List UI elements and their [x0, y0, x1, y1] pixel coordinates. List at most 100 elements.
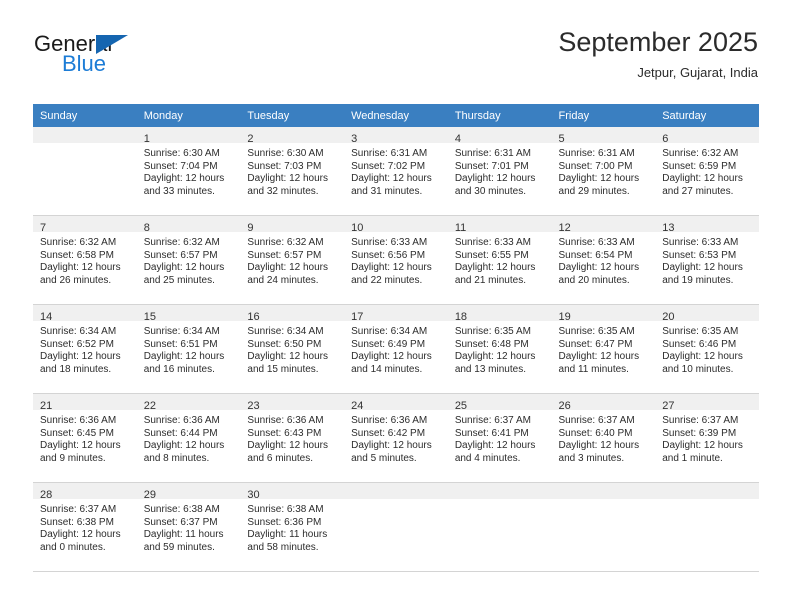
calendar-cell-day[interactable]: 27 Sunrise: 6:37 AM Sunset: 6:39 PM Dayligh… [655, 393, 759, 483]
weekday-header-saturday: Saturday [655, 104, 759, 127]
daylight-text: Daylight: 12 hours and 15 minutes. [247, 351, 329, 375]
sunrise-text: Sunrise: 6:32 AM [143, 237, 220, 248]
day-info: Sunrise: 6:36 AM Sunset: 6:45 PM Daylight:… [33, 410, 137, 465]
day-number: 1 [143, 133, 150, 145]
daylight-text: Daylight: 12 hours and 4 minutes. [454, 440, 536, 464]
sunset-text: Sunset: 6:52 PM [40, 338, 114, 350]
day-number-band: 17 [344, 305, 448, 323]
sunset-text: Sunset: 6:36 PM [247, 516, 322, 528]
calendar-cell-day[interactable]: 1 Sunrise: 6:30 AM Sunset: 7:04 PM Daylight… [136, 127, 241, 216]
calendar-cell-day[interactable]: 24 Sunrise: 6:36 AM Sunset: 6:42 PM Dayligh… [344, 393, 448, 483]
sunset-text: Sunset: 6:57 PM [247, 249, 322, 261]
day-number-band: 20 [655, 305, 759, 323]
day-number-band: 30 [240, 483, 345, 501]
weekday-header-wednesday: Wednesday [344, 104, 448, 127]
calendar-cell-day[interactable]: 14 Sunrise: 6:34 AM Sunset: 6:52 PM Dayligh… [33, 304, 137, 394]
day-info: Sunrise: 6:32 AM Sunset: 6:58 PM Daylight:… [33, 232, 137, 287]
calendar-cell-day[interactable]: 13 Sunrise: 6:33 AM Sunset: 6:53 PM Dayligh… [655, 215, 759, 305]
daylight-text: Daylight: 12 hours and 18 minutes. [40, 351, 121, 375]
daylight-text: Daylight: 12 hours and 21 minutes. [454, 262, 536, 286]
calendar-cell-day[interactable]: 3 Sunrise: 6:31 AM Sunset: 7:02 PM Daylight… [344, 127, 448, 216]
day-info: Sunrise: 6:37 AM Sunset: 6:40 PM Daylight:… [552, 410, 656, 465]
calendar-cell-day[interactable]: 11 Sunrise: 6:33 AM Sunset: 6:55 PM Dayligh… [447, 215, 552, 305]
sunrise-text: Sunrise: 6:33 AM [351, 237, 428, 248]
calendar-cell-day[interactable]: 16 Sunrise: 6:34 AM Sunset: 6:50 PM Dayligh… [240, 304, 345, 394]
day-info: Sunrise: 6:30 AM Sunset: 7:04 PM Daylight:… [137, 143, 241, 198]
sunrise-text: Sunrise: 6:32 AM [247, 237, 324, 248]
day-number: 10 [351, 222, 364, 234]
day-info: Sunrise: 6:31 AM Sunset: 7:02 PM Daylight:… [344, 143, 448, 198]
sunrise-text: Sunrise: 6:31 AM [454, 148, 531, 159]
calendar-cell-day[interactable]: 20 Sunrise: 6:35 AM Sunset: 6:46 PM Dayligh… [655, 304, 759, 394]
calendar-cell-day[interactable]: 17 Sunrise: 6:34 AM Sunset: 6:49 PM Dayligh… [344, 304, 448, 394]
calendar-cell-day[interactable]: 12 Sunrise: 6:33 AM Sunset: 6:54 PM Dayligh… [551, 215, 656, 305]
calendar-cell-day[interactable]: 28 Sunrise: 6:37 AM Sunset: 6:38 PM Dayligh… [33, 482, 137, 572]
day-info: Sunrise: 6:34 AM Sunset: 6:50 PM Daylight:… [240, 321, 344, 376]
day-cell: 5 Sunrise: 6:31 AM Sunset: 7:00 PM Daylight… [551, 127, 656, 215]
calendar-cell-day[interactable]: 9 Sunrise: 6:32 AM Sunset: 6:57 PM Daylight… [240, 215, 345, 305]
sunset-text: Sunset: 7:02 PM [351, 160, 426, 172]
calendar-cell-day[interactable]: 30 Sunrise: 6:38 AM Sunset: 6:36 PM Dayligh… [240, 482, 345, 572]
day-info: Sunrise: 6:33 AM Sunset: 6:55 PM Daylight:… [448, 232, 552, 287]
day-number-band: 6 [655, 127, 759, 145]
sunset-text: Sunset: 6:45 PM [40, 427, 114, 439]
calendar-cell-day[interactable]: 21 Sunrise: 6:36 AM Sunset: 6:45 PM Dayligh… [33, 393, 137, 483]
sunset-text: Sunset: 6:51 PM [143, 338, 218, 350]
sunset-text: Sunset: 6:44 PM [143, 427, 218, 439]
day-cell [551, 483, 656, 571]
sunrise-text: Sunrise: 6:38 AM [143, 504, 220, 515]
day-number-band [447, 483, 552, 499]
calendar-cell-day[interactable]: 15 Sunrise: 6:34 AM Sunset: 6:51 PM Dayligh… [136, 304, 241, 394]
sunset-text: Sunset: 6:37 PM [143, 516, 218, 528]
calendar-cell-day[interactable]: 25 Sunrise: 6:37 AM Sunset: 6:41 PM Dayligh… [447, 393, 552, 483]
day-number-band: 23 [240, 394, 345, 412]
calendar-cell-day[interactable]: 6 Sunrise: 6:32 AM Sunset: 6:59 PM Daylight… [655, 127, 759, 216]
calendar-cell-day[interactable]: 22 Sunrise: 6:36 AM Sunset: 6:44 PM Dayligh… [136, 393, 241, 483]
day-number-band: 14 [33, 305, 137, 323]
calendar-cell-day[interactable]: 18 Sunrise: 6:35 AM Sunset: 6:48 PM Dayligh… [447, 304, 552, 394]
calendar-cell-day[interactable]: 10 Sunrise: 6:33 AM Sunset: 6:56 PM Dayligh… [344, 215, 448, 305]
day-cell [447, 483, 552, 571]
calendar-cell-day[interactable]: 26 Sunrise: 6:37 AM Sunset: 6:40 PM Dayligh… [551, 393, 656, 483]
day-cell: 13 Sunrise: 6:33 AM Sunset: 6:53 PM Dayligh… [655, 216, 759, 304]
sunrise-text: Sunrise: 6:32 AM [662, 148, 739, 159]
calendar-cell-day[interactable]: 5 Sunrise: 6:31 AM Sunset: 7:00 PM Daylight… [551, 127, 656, 216]
calendar-cell-day[interactable]: 8 Sunrise: 6:32 AM Sunset: 6:57 PM Daylight… [136, 215, 241, 305]
day-info: Sunrise: 6:35 AM Sunset: 6:46 PM Daylight:… [655, 321, 759, 376]
daylight-text: Daylight: 12 hours and 8 minutes. [143, 440, 225, 464]
sunrise-text: Sunrise: 6:33 AM [454, 237, 531, 248]
day-cell: 16 Sunrise: 6:34 AM Sunset: 6:50 PM Dayligh… [240, 305, 345, 393]
calendar-cell-day[interactable]: 23 Sunrise: 6:36 AM Sunset: 6:43 PM Dayligh… [240, 393, 345, 483]
daylight-text: Daylight: 12 hours and 0 minutes. [40, 529, 121, 553]
day-number-band: 21 [33, 394, 137, 412]
sunrise-text: Sunrise: 6:30 AM [247, 148, 324, 159]
calendar-cell-day[interactable]: 29 Sunrise: 6:38 AM Sunset: 6:37 PM Dayligh… [136, 482, 241, 572]
sunset-text: Sunset: 6:59 PM [662, 160, 737, 172]
daylight-text: Daylight: 12 hours and 6 minutes. [247, 440, 329, 464]
daylight-text: Daylight: 12 hours and 24 minutes. [247, 262, 329, 286]
day-cell: 17 Sunrise: 6:34 AM Sunset: 6:49 PM Dayligh… [344, 305, 448, 393]
calendar-cell-day[interactable]: 19 Sunrise: 6:35 AM Sunset: 6:47 PM Dayligh… [551, 304, 656, 394]
calendar-cell-day[interactable]: 7 Sunrise: 6:32 AM Sunset: 6:58 PM Daylight… [33, 215, 137, 305]
day-info: Sunrise: 6:33 AM Sunset: 6:53 PM Daylight:… [655, 232, 759, 287]
daylight-text: Daylight: 12 hours and 29 minutes. [558, 173, 640, 197]
day-number: 17 [351, 311, 364, 323]
calendar-cell-day[interactable]: 4 Sunrise: 6:31 AM Sunset: 7:01 PM Daylight… [447, 127, 552, 216]
sunset-text: Sunset: 6:42 PM [351, 427, 426, 439]
sunrise-text: Sunrise: 6:35 AM [662, 326, 739, 337]
daylight-text: Daylight: 12 hours and 11 minutes. [558, 351, 640, 375]
sunset-text: Sunset: 7:03 PM [247, 160, 322, 172]
day-number-band: 2 [240, 127, 345, 145]
calendar-cell-day[interactable]: 2 Sunrise: 6:30 AM Sunset: 7:03 PM Daylight… [240, 127, 345, 216]
day-info: Sunrise: 6:36 AM Sunset: 6:42 PM Daylight:… [344, 410, 448, 465]
calendar-cell-empty [344, 482, 448, 572]
sunrise-text: Sunrise: 6:36 AM [143, 415, 220, 426]
day-cell: 12 Sunrise: 6:33 AM Sunset: 6:54 PM Dayligh… [551, 216, 656, 304]
day-info: Sunrise: 6:32 AM Sunset: 6:59 PM Daylight:… [655, 143, 759, 198]
day-number: 18 [454, 311, 468, 323]
day-cell: 15 Sunrise: 6:34 AM Sunset: 6:51 PM Dayligh… [136, 305, 241, 393]
calendar-week-row: 7 Sunrise: 6:32 AM Sunset: 6:58 PM Daylight… [33, 215, 759, 305]
sunset-text: Sunset: 6:54 PM [558, 249, 633, 261]
sunset-text: Sunset: 6:43 PM [247, 427, 322, 439]
calendar-week-row: 21 Sunrise: 6:36 AM Sunset: 6:45 PM Dayligh… [33, 393, 759, 483]
